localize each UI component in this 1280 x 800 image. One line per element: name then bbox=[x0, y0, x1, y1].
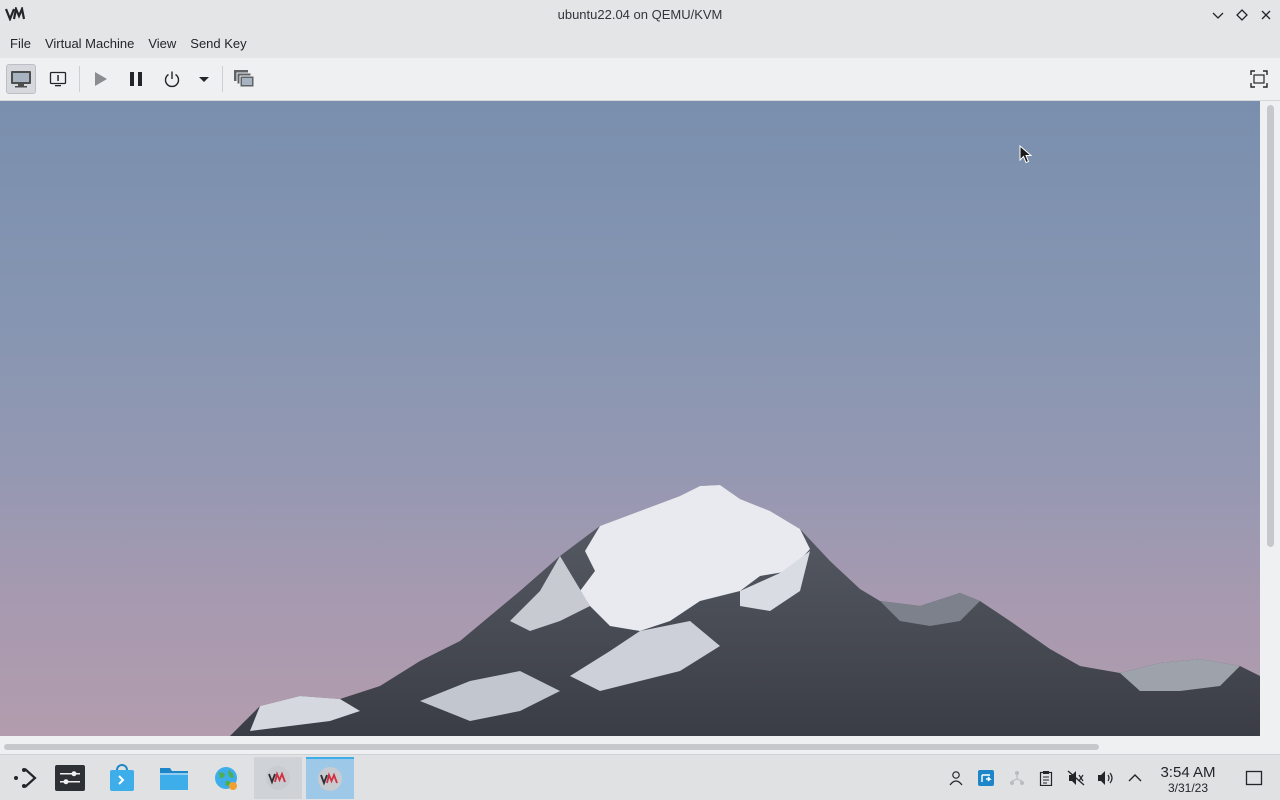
web-browser-launcher[interactable] bbox=[202, 757, 250, 799]
play-icon bbox=[95, 72, 107, 86]
show-desktop-icon bbox=[1245, 770, 1263, 786]
volume-tray[interactable] bbox=[1096, 768, 1116, 788]
tray-expander[interactable] bbox=[1125, 768, 1145, 788]
menubar: File Virtual Machine View Send Key bbox=[0, 30, 1280, 58]
discover-launcher[interactable] bbox=[98, 757, 146, 799]
settings-icon bbox=[55, 765, 85, 791]
network-icon bbox=[1010, 771, 1024, 785]
minimize-button[interactable] bbox=[1208, 5, 1228, 25]
maximize-button[interactable] bbox=[1232, 5, 1252, 25]
virt-manager-task[interactable] bbox=[254, 757, 302, 799]
virt-manager-viewer-task[interactable] bbox=[306, 757, 354, 799]
chevron-down-icon bbox=[1212, 12, 1224, 19]
dropdown-arrow-icon bbox=[199, 77, 209, 82]
diamond-icon bbox=[1236, 9, 1248, 21]
toolbar bbox=[0, 58, 1280, 101]
menu-send-key[interactable]: Send Key bbox=[183, 30, 253, 58]
remote-desktop-icon bbox=[978, 770, 994, 786]
user-switch-tray[interactable] bbox=[946, 768, 966, 788]
clock-time: 3:54 AM bbox=[1160, 764, 1216, 781]
toolbar-separator bbox=[79, 66, 80, 92]
pause-button[interactable] bbox=[121, 64, 151, 94]
network-tray[interactable] bbox=[1007, 768, 1027, 788]
system-settings-launcher[interactable] bbox=[46, 757, 94, 799]
show-desktop-button[interactable] bbox=[1244, 768, 1264, 788]
menu-file[interactable]: File bbox=[3, 30, 38, 58]
power-icon bbox=[164, 71, 180, 88]
mouse-cursor-icon bbox=[1019, 145, 1033, 164]
details-button[interactable] bbox=[43, 64, 73, 94]
desktop-wallpaper-mountain bbox=[230, 485, 1260, 736]
window-title: ubuntu22.04 on QEMU/KVM bbox=[557, 7, 723, 22]
horizontal-scrollbar-thumb[interactable] bbox=[4, 744, 1099, 750]
application-launcher-button[interactable] bbox=[0, 757, 48, 799]
globe-icon bbox=[215, 767, 237, 790]
shutdown-menu-button[interactable] bbox=[190, 64, 218, 94]
store-icon bbox=[110, 764, 134, 791]
taskbar: 3:54 AM 3/31/23 bbox=[0, 754, 1280, 800]
vm-icon bbox=[266, 766, 290, 790]
close-icon bbox=[1261, 10, 1271, 20]
shutdown-button[interactable] bbox=[157, 64, 187, 94]
close-button[interactable] bbox=[1256, 5, 1276, 25]
clipboard-tray[interactable] bbox=[1036, 768, 1056, 788]
digital-clock[interactable]: 3:54 AM 3/31/23 bbox=[1152, 764, 1224, 795]
vertical-scrollbar[interactable] bbox=[1262, 101, 1280, 746]
fullscreen-icon bbox=[1250, 70, 1268, 88]
pause-icon bbox=[130, 72, 142, 86]
kde-launcher-icon bbox=[14, 768, 37, 788]
monitor-icon bbox=[11, 71, 31, 88]
clipboard-icon bbox=[1039, 771, 1053, 786]
file-manager-launcher[interactable] bbox=[150, 757, 198, 799]
window-titlebar[interactable]: ubuntu22.04 on QEMU/KVM bbox=[0, 0, 1280, 30]
run-button[interactable] bbox=[85, 64, 115, 94]
chevron-up-icon bbox=[1128, 774, 1142, 782]
snapshots-button[interactable] bbox=[229, 64, 259, 94]
menu-view[interactable]: View bbox=[141, 30, 183, 58]
volume-icon bbox=[1098, 771, 1113, 785]
fullscreen-button[interactable] bbox=[1244, 64, 1274, 94]
mute-tray[interactable] bbox=[1066, 768, 1086, 788]
remote-desktop-tray[interactable] bbox=[976, 768, 996, 788]
user-icon bbox=[949, 771, 963, 786]
vm-icon bbox=[318, 767, 342, 791]
horizontal-scrollbar[interactable] bbox=[0, 738, 1262, 754]
vertical-scrollbar-thumb[interactable] bbox=[1267, 105, 1274, 547]
snapshots-icon bbox=[234, 70, 255, 88]
mute-icon bbox=[1067, 770, 1085, 786]
clock-date: 3/31/23 bbox=[1167, 781, 1209, 795]
toolbar-separator bbox=[222, 66, 223, 92]
info-icon bbox=[49, 71, 67, 87]
menu-virtual-machine[interactable]: Virtual Machine bbox=[38, 30, 141, 58]
folder-icon bbox=[160, 768, 188, 790]
console-button[interactable] bbox=[6, 64, 36, 94]
vm-console-display[interactable] bbox=[0, 101, 1260, 736]
